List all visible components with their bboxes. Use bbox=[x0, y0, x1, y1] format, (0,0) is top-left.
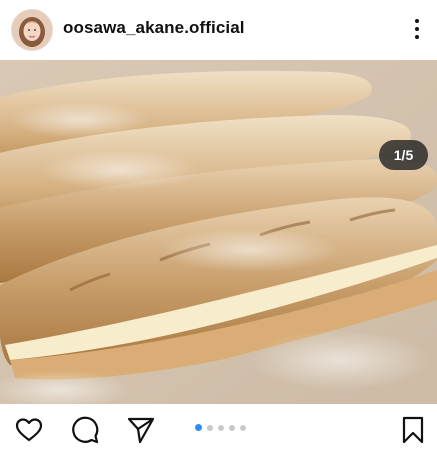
carousel-counter: 1/5 bbox=[379, 140, 428, 170]
more-vertical-icon[interactable] bbox=[409, 16, 425, 42]
carousel-dot bbox=[195, 424, 202, 431]
profile-photo-icon bbox=[12, 10, 52, 50]
send-icon[interactable] bbox=[126, 415, 156, 445]
carousel-dot bbox=[229, 424, 235, 431]
carousel-dot bbox=[218, 424, 224, 431]
carousel-dot bbox=[207, 424, 213, 431]
heart-icon[interactable] bbox=[14, 415, 44, 445]
carousel-dot bbox=[240, 424, 246, 431]
username[interactable]: oosawa_akane.official bbox=[63, 18, 245, 38]
carousel-indicator bbox=[195, 424, 246, 431]
avatar[interactable] bbox=[11, 9, 53, 51]
post-header: oosawa_akane.official bbox=[0, 0, 437, 58]
post-photo[interactable]: 1/5 bbox=[0, 60, 437, 404]
comment-icon[interactable] bbox=[70, 415, 100, 445]
instagram-post: oosawa_akane.official 1/5 bbox=[0, 0, 437, 450]
bookmark-icon[interactable] bbox=[398, 415, 428, 445]
